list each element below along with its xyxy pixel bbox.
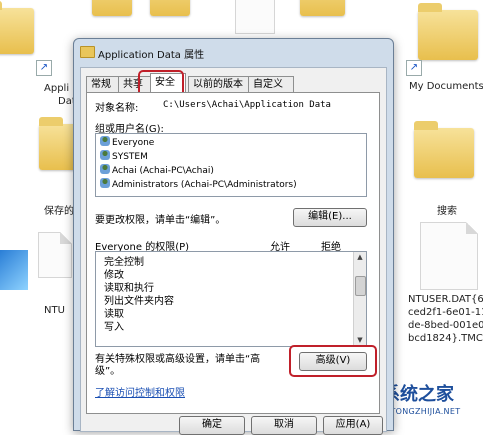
scroll-up-icon[interactable]: ▲	[354, 252, 366, 263]
object-name-value: C:\Users\Achai\Application Data	[163, 100, 331, 110]
list-item: 写入	[104, 322, 124, 333]
desktop-item-label: Appli	[44, 83, 70, 94]
desktop-item-label: NTU	[44, 305, 65, 316]
object-name-label: 对象名称:	[95, 103, 139, 114]
folder-icon[interactable]	[150, 0, 190, 16]
permissions-list[interactable]: 完全控制 修改 读取和执行 列出文件夹内容 读取 写入 ▲ ▼	[95, 251, 367, 347]
file-icon[interactable]	[420, 222, 478, 290]
change-permissions-text: 要更改权限，请单击“编辑”。	[95, 215, 226, 226]
app-icon[interactable]	[0, 250, 28, 290]
user-icon	[100, 164, 110, 174]
folder-icon[interactable]	[300, 0, 345, 16]
file-icon[interactable]	[235, 0, 275, 34]
tab-general[interactable]: 常规	[86, 76, 120, 92]
folder-icon[interactable]	[0, 1, 34, 54]
users-icon	[100, 150, 110, 160]
tab-customize[interactable]: 自定义	[248, 76, 294, 92]
users-icon	[100, 178, 110, 188]
list-item: 列出文件夹内容	[104, 296, 174, 307]
dialog-title: Application Data 属性	[98, 50, 205, 61]
scroll-thumb[interactable]	[355, 276, 366, 296]
list-item: 修改	[104, 270, 124, 281]
desktop-item-label: My Documents	[409, 81, 483, 92]
list-item: 读取和执行	[104, 283, 154, 294]
security-panel: 对象名称: C:\Users\Achai\Application Data 组或…	[86, 92, 380, 414]
list-item[interactable]: Everyone	[100, 136, 154, 150]
edit-button[interactable]: 编辑(E)...	[293, 208, 367, 227]
properties-dialog: Application Data 属性 常规 共享 安全 以前的版本 自定义 对…	[73, 38, 394, 435]
apply-button[interactable]: 应用(A)	[323, 416, 383, 435]
users-icon	[100, 136, 110, 146]
list-item[interactable]: Administrators (Achai-PC\Administrators)	[100, 178, 297, 192]
learn-more-link[interactable]: 了解访问控制和权限	[95, 384, 185, 399]
list-item: 完全控制	[104, 257, 144, 268]
shortcut-arrow-icon: ↗	[406, 60, 422, 76]
ok-button[interactable]: 确定	[179, 416, 245, 435]
folder-icon[interactable]	[418, 3, 478, 60]
desktop-item-label: 搜索	[437, 206, 457, 217]
users-list[interactable]: Everyone SYSTEM Achai (Achai-PC\Achai) A…	[95, 133, 367, 197]
desktop-item-label: 保存的	[44, 206, 74, 217]
list-item[interactable]: Achai (Achai-PC\Achai)	[100, 164, 214, 178]
title-bar[interactable]: Application Data 属性	[74, 39, 393, 65]
dialog-client: 常规 共享 安全 以前的版本 自定义 对象名称: C:\Users\Achai\…	[80, 67, 387, 435]
permissions-scrollbar[interactable]: ▲ ▼	[353, 252, 366, 346]
advanced-info-line2: 级”。	[95, 366, 121, 377]
shortcut-arrow-icon: ↗	[36, 60, 52, 76]
highlight-advanced-button	[289, 345, 377, 377]
list-item[interactable]: SYSTEM	[100, 150, 148, 164]
list-item: 读取	[104, 309, 124, 320]
tab-previous-versions[interactable]: 以前的版本	[188, 76, 250, 92]
folder-icon[interactable]	[414, 121, 474, 178]
file-name-label: NTUSER.DAT{6c ced2f1-6e01-11 de-8bed-001…	[408, 294, 483, 344]
file-icon[interactable]	[38, 232, 72, 278]
folder-icon	[80, 46, 95, 58]
folder-icon[interactable]	[92, 0, 132, 16]
cancel-button[interactable]: 取消	[251, 416, 317, 435]
